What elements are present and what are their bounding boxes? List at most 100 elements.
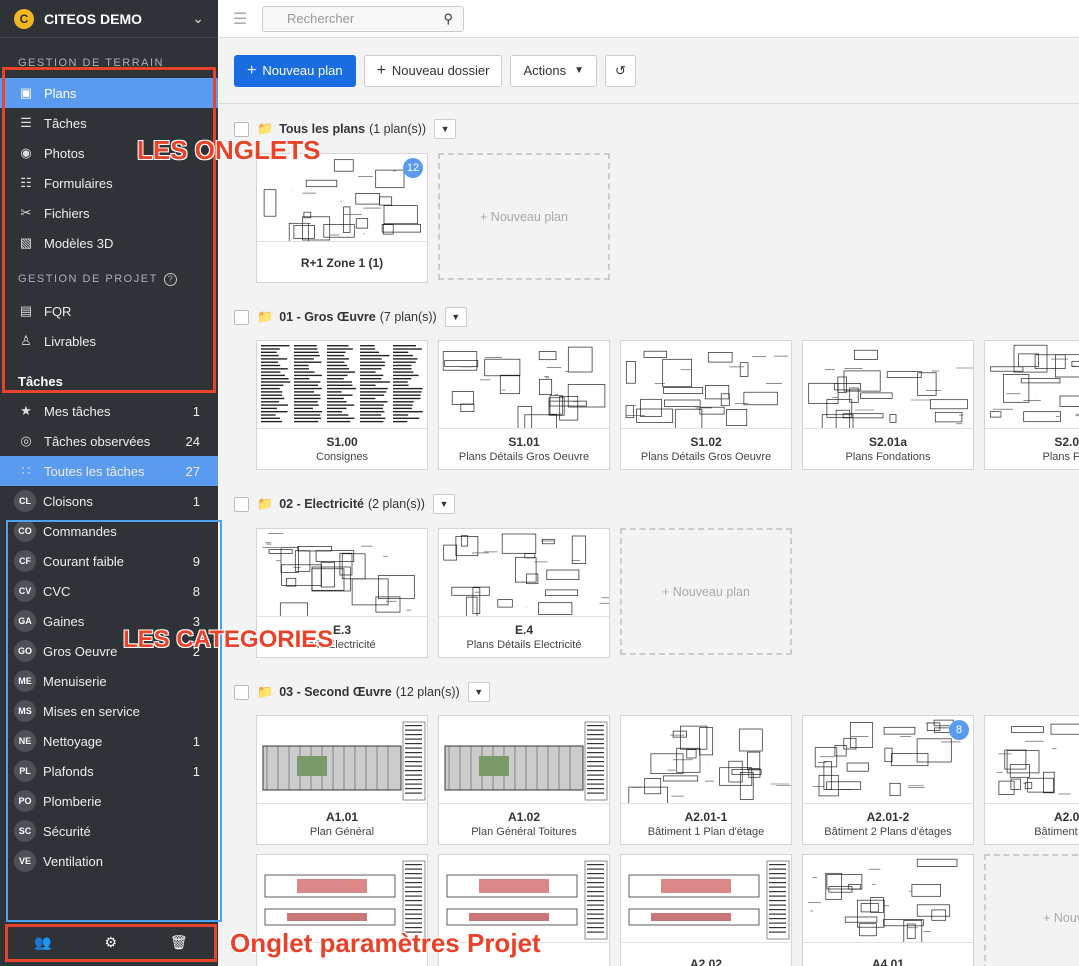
plan-code: S1.01 [508,435,540,449]
plan-thumbnail: 8 [803,716,973,804]
plan-thumbnail [439,716,609,804]
folder-dropdown[interactable]: ▼ [432,494,455,514]
category-badge: CL [14,490,36,512]
folder-dropdown[interactable]: ▼ [467,682,490,702]
plan-thumbnail [621,341,791,429]
plan-thumbnail [803,855,973,943]
plan-code: S2.01 [1054,435,1079,449]
folder-checkbox[interactable] [234,496,249,512]
folder-icon: 📁 [257,496,274,511]
plan-description: Consignes [316,451,368,463]
category-item[interactable]: CL Cloisons 1 [0,486,218,516]
app-logo: C [14,8,34,29]
new-plan-label: Nouveau plan [262,63,343,78]
plan-description: Bâtiment 3 Pla [1034,826,1079,838]
plan-code: E.4 [514,623,533,637]
categories-highlight [6,520,222,922]
search-input[interactable]: Rechercher ⚲ [262,5,464,32]
new-plan-placeholder-label: + Nouvea [1043,910,1079,925]
search-icon[interactable]: ⚲ [443,11,453,27]
folder-count: (2 plan(s)) [367,497,425,511]
plan-card[interactable]: S1.02 Plans Détails Gros Oeuvre [620,340,792,470]
plan-thumbnail: 12 [257,154,427,242]
caret-down-icon: ▼ [574,65,585,76]
plus-icon: + [376,61,386,79]
plan-code: A2.01-2 [866,810,910,824]
category-label: Cloisons [43,493,93,509]
plan-description: Plan Général [309,826,375,838]
annotation-categories: LES CATEGORIES [123,626,334,653]
plan-card[interactable]: 12 R+1 Zone 1 (1) [256,153,428,283]
project-title: CITEOS DEMO [44,10,143,27]
actions-dropdown[interactable]: Actions ▼ [510,54,598,87]
folder-icon: 📁 [257,309,274,324]
plan-card[interactable]: A1.01 Plan Général [256,715,428,845]
new-plan-placeholder[interactable]: + Nouvea [984,854,1079,966]
new-folder-button[interactable]: + Nouveau dossier [363,54,503,87]
menu-icon[interactable]: ☰ [218,9,262,29]
plan-card[interactable]: A2.01-1 Bâtiment 1 Plan d'étage [620,715,792,845]
plan-thumbnail [257,529,427,617]
plan-card[interactable]: S1.00 Consignes [256,340,428,470]
sidebar-item-t-ches-observ-es[interactable]: ◎ Tâches observées 24 [0,426,218,456]
new-plan-placeholder[interactable]: + Nouveau plan [438,153,610,280]
plan-card[interactable]: A2.01 Bâtiment 3 Pla [984,715,1079,845]
folder-count: (12 plan(s)) [395,685,460,699]
folder-name[interactable]: 02 - Electricité [279,497,364,511]
plan-card[interactable]: A4.01 [802,854,974,966]
plan-code: R+1 Zone 1 (1) [300,256,384,270]
plan-card[interactable]: E.4 Plans Détails Electricité [438,528,610,658]
folder-name[interactable]: 03 - Second Œuvre [279,685,392,699]
new-plan-placeholder[interactable]: + Nouveau plan [620,528,792,655]
history-icon: ↺ [615,62,626,78]
sidebar-item-label: Mes tâches [44,403,111,419]
plan-card[interactable]: 8 A2.01-2 Bâtiment 2 Plans d'étages [802,715,974,845]
project-selector[interactable]: C CITEOS DEMO ⌄ [0,0,218,38]
plan-thumbnail [439,529,609,617]
plan-code: A2.01-1 [684,810,728,824]
task-count-badge: 12 [403,158,423,178]
plan-thumbnail [621,855,791,943]
sidebar-item-mes-t-ches[interactable]: ★ Mes tâches 1 [0,396,218,426]
history-button[interactable]: ↺ [605,54,636,87]
plans-content: 📁 Tous les plans (1 plan(s)) ▼ 12 R+1 Zone 1 … [218,104,1079,966]
category-count: 1 [192,493,200,509]
star-icon: ★ [20,403,32,418]
plan-thumbnail [257,716,427,804]
plan-code: A2.02 [689,957,723,966]
plan-code: S1.00 [326,435,358,449]
plan-card[interactable]: S2.01a Plans Fondations [802,340,974,470]
plus-icon: + [247,61,257,79]
folder-dropdown[interactable]: ▼ [444,307,467,327]
plan-card[interactable]: S1.01 Plans Détails Gros Oeuvre [438,340,610,470]
annotation-parametres: Onglet paramètres Projet [230,928,541,958]
folder-icon: 📁 [257,684,274,699]
count-badge: 24 [185,433,200,449]
sidebar-item-label: Toutes les tâches [44,463,145,479]
plan-description: Plan Général Toitures [471,826,577,838]
plan-thumbnail [257,341,427,429]
plan-description: Plans Détails Electricité [466,639,582,651]
folder-name[interactable]: Tous les plans [279,122,365,136]
chevron-down-icon[interactable]: ⌄ [192,10,204,27]
plan-code: S1.02 [690,435,722,449]
plan-card[interactable]: S2.01 Plans Fonc [984,340,1079,470]
new-plan-placeholder-label: + Nouveau plan [480,209,568,224]
eye-icon: ◎ [20,433,32,448]
plan-description: Bâtiment 2 Plans d'étages [824,826,952,838]
new-plan-button[interactable]: + Nouveau plan [234,54,356,87]
search-placeholder: Rechercher [287,11,355,26]
folder-checkbox[interactable] [234,309,249,325]
settings-highlight [5,924,217,962]
folder-header: 📁 01 - Gros Œuvre (7 plan(s)) ▼ [234,305,467,329]
plan-card[interactable]: A2.02 [620,854,792,966]
folder-count: (1 plan(s)) [369,122,427,136]
folder-dropdown[interactable]: ▼ [434,119,457,139]
plan-thumbnail [985,716,1079,804]
count-badge: 1 [192,403,200,419]
folder-name[interactable]: 01 - Gros Œuvre [279,310,376,324]
plan-thumbnail [621,716,791,804]
sidebar-item-toutes-les-t-ches[interactable]: ∷ Toutes les tâches 27 [0,456,218,486]
plan-card[interactable]: A1.02 Plan Général Toitures [438,715,610,845]
folder-checkbox[interactable] [234,684,249,700]
